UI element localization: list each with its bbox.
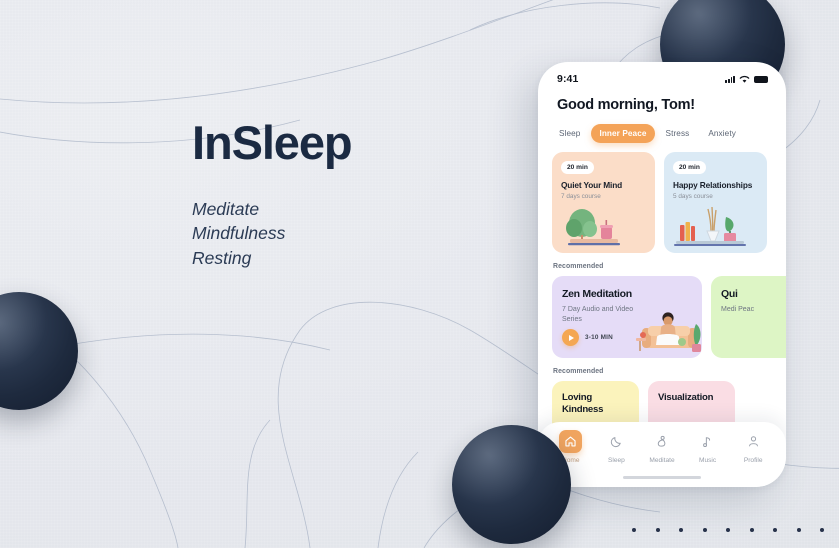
phone-mockup: 9:41 Good morning, Tom! Sleep Inner Peac… [538,62,786,487]
category-chip-stress[interactable]: Stress [658,124,698,143]
tab-sleep[interactable]: Sleep [594,430,638,464]
tab-label: Profile [743,457,763,464]
bottom-tab-bar: Home Sleep Meditate Music Profile [538,422,786,487]
course-duration-badge: 20 min [561,161,594,174]
section-label-recommended-2: Recommended [553,368,604,375]
category-chip-inner-peace[interactable]: Inner Peace [591,124,655,143]
decorative-sphere-left [0,292,78,410]
tab-label: Music [698,457,717,464]
category-chip-anxiety[interactable]: Anxiety [700,124,744,143]
wifi-icon [739,75,750,83]
play-duration-label: 3-10 MIN [585,334,613,341]
recommended-card-title: Zen Meditation [562,288,632,300]
tab-music[interactable]: Music [686,430,730,464]
pagination-dot[interactable] [796,528,801,532]
course-duration-badge: 20 min [673,161,706,174]
status-time: 9:41 [557,73,579,85]
hero-subtitle-line-2: Mindfulness [192,223,286,244]
recommended-card-row-1: Zen Meditation 7 Day Audio and Video Ser… [552,276,786,358]
person-icon [742,430,765,453]
tab-label: Sleep [607,457,625,464]
greeting-heading: Good morning, Tom! [557,97,695,113]
course-card-happy-relationships[interactable]: 20 min Happy Relationships 5 days course [664,152,767,253]
pagination-dot[interactable] [726,528,730,532]
course-card-row: 20 min Quiet Your Mind 7 days course 20 … [552,152,786,253]
phone-status-bar: 9:41 [538,62,786,85]
hero-text-block: InSleep Meditate Mindfulness Resting [192,118,522,270]
category-chip-sleep[interactable]: Sleep [551,124,588,143]
hero-subtitle-line-1: Meditate [192,199,260,220]
mini-card-title: Visualization [658,392,714,403]
meditate-icon [650,430,673,453]
page-title: InSleep [192,116,353,169]
person-on-sofa-illustration [636,312,701,352]
tab-meditate[interactable]: Meditate [640,430,684,464]
pagination-dot[interactable] [655,528,660,532]
presentation-slide: InSleep Meditate Mindfulness Resting 9:4… [0,0,839,548]
battery-icon [754,75,768,83]
pagination-dot[interactable] [820,528,824,532]
pagination-dot[interactable] [632,528,636,532]
course-title: Quiet Your Mind [561,180,623,190]
pagination-dot[interactable] [773,528,777,532]
home-indicator [623,476,701,479]
signal-bars-icon [725,75,735,83]
plant-and-candle-illustration [566,209,620,246]
course-title: Happy Relationships [673,180,753,190]
moon-icon [605,430,628,453]
course-subtitle: 5 days course [673,193,713,200]
hero-subtitle: Meditate Mindfulness Resting [192,197,522,269]
tab-label: Meditate [649,457,675,464]
mini-card-title: Loving Kindness [562,392,604,415]
play-control[interactable]: 3-10 MIN [562,329,613,346]
course-card-quiet-your-mind[interactable]: 20 min Quiet Your Mind 7 days course [552,152,655,253]
recommended-card-title: Qui [721,288,738,300]
recommended-card-quiet[interactable]: Qui Medi Peac [711,276,786,358]
pagination-dot[interactable] [679,528,683,532]
pagination-dots [0,528,839,538]
category-chip-row: Sleep Inner Peace Stress Anxiety [551,124,786,143]
music-note-icon [696,430,719,453]
course-subtitle: 7 days course [561,193,601,200]
play-icon[interactable] [562,329,579,346]
recommended-card-zen-meditation[interactable]: Zen Meditation 7 Day Audio and Video Ser… [552,276,702,358]
recommended-card-subtitle: Medi Peac [721,306,755,313]
pagination-dot[interactable] [749,528,754,532]
books-and-vase-illustration [674,206,746,246]
home-icon [559,430,583,453]
pagination-dot[interactable] [702,528,707,532]
recommended-card-subtitle: 7 Day Audio and Video Series [562,306,634,324]
section-label-recommended-1: Recommended [553,263,604,270]
decorative-sphere-bottom [452,425,571,544]
tab-profile[interactable]: Profile [731,430,775,464]
hero-subtitle-line-3: Resting [192,247,252,268]
